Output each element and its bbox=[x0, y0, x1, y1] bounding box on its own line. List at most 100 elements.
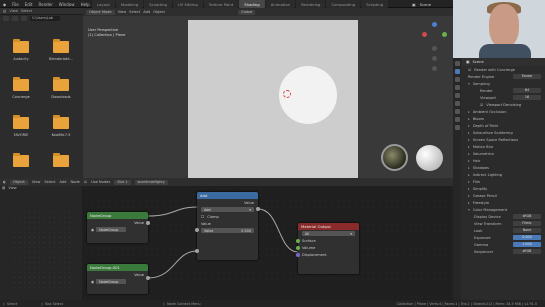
vp-view-menu[interactable]: View bbox=[118, 10, 127, 14]
panel-shadows[interactable]: ▸ Shadows bbox=[462, 164, 545, 171]
blender-logo-icon[interactable]: ◆ bbox=[3, 2, 6, 7]
panel-sampling[interactable]: ▾ Sampling bbox=[462, 80, 545, 87]
tab-uv-editing[interactable]: UV Editing bbox=[172, 0, 203, 8]
path-field[interactable]: C:\Users\Lab bbox=[30, 16, 60, 21]
output-tab-icon[interactable] bbox=[454, 77, 460, 82]
mode-dropdown[interactable]: Object Mode bbox=[86, 9, 115, 15]
view-transform-dropdown[interactable]: Filmic bbox=[513, 221, 541, 226]
view-layer-tab-icon[interactable] bbox=[454, 85, 460, 90]
tab-scripting[interactable]: Scripting bbox=[361, 0, 389, 8]
input-socket[interactable] bbox=[195, 228, 199, 232]
node-math-add[interactable]: Add Value Add ▾ ☐ Clamp Value Value 0.500 bbox=[195, 192, 260, 260]
folder-item[interactable]: FAVORIE bbox=[3, 114, 39, 142]
output-socket[interactable] bbox=[256, 207, 260, 211]
panel-motion-blur[interactable]: ▸ Motion Blur bbox=[462, 143, 545, 150]
input-socket[interactable] bbox=[296, 239, 300, 243]
x-axis-icon[interactable] bbox=[422, 32, 427, 37]
world-tab-icon[interactable] bbox=[454, 101, 460, 106]
target-dropdown[interactable]: All ▾ bbox=[302, 231, 355, 236]
gamma-field[interactable]: 1.000 bbox=[513, 242, 541, 247]
y-axis-icon[interactable] bbox=[442, 32, 447, 37]
checkbox-icon[interactable]: ☑ bbox=[468, 68, 471, 72]
panel-indirect-lighting[interactable]: ▸ Indirect Lighting bbox=[462, 171, 545, 178]
menu-file[interactable]: File bbox=[12, 2, 19, 7]
folder-item[interactable]: KoalMic7.5 bbox=[43, 114, 79, 142]
viewport-samples-field[interactable]: 16 bbox=[513, 95, 541, 100]
sequencer-dropdown[interactable]: sRGB bbox=[513, 249, 541, 254]
panel-film[interactable]: ▸ Film bbox=[462, 178, 545, 185]
panel-screen-space-reflections[interactable]: ▸ Screen Space Reflections bbox=[462, 136, 545, 143]
group-name-field[interactable]: NodeGroup bbox=[96, 279, 127, 284]
scene-selector[interactable]: ▣ Scene bbox=[412, 1, 431, 7]
checkbox-icon[interactable]: ☑ bbox=[480, 103, 483, 107]
viewport-denoise-row[interactable]: ☑ Viewport Denoising bbox=[462, 101, 545, 108]
panel-simplify[interactable]: ▸ Simplify bbox=[462, 185, 545, 192]
tab-rendering[interactable]: Rendering bbox=[296, 0, 326, 8]
panel-grease-pencil[interactable]: ▸ Grease Pencil bbox=[462, 192, 545, 199]
node-group-2[interactable]: NodeGroup.001 Value ◉ NodeGroup bbox=[87, 264, 150, 294]
panel-color-management[interactable]: ▾ Color Management bbox=[462, 206, 545, 213]
render-with-checkbox[interactable]: ☑ Render with Concierge bbox=[462, 66, 545, 73]
render-samples-field[interactable]: 64 bbox=[513, 88, 541, 93]
node-group-1[interactable]: NodeGroup Value ◉ NodeGroup bbox=[87, 212, 150, 243]
tab-texture-paint[interactable]: Texture Paint bbox=[203, 0, 239, 8]
fb-select-menu[interactable]: Select bbox=[21, 9, 32, 13]
menu-render[interactable]: Render bbox=[39, 2, 53, 7]
node-material-output[interactable]: Material Output All ▾ Surface Volume Disp… bbox=[296, 223, 359, 274]
menu-help[interactable]: Help bbox=[81, 2, 90, 7]
tab-compositing[interactable]: Compositing bbox=[326, 0, 361, 8]
tab-shading[interactable]: Shading bbox=[239, 0, 265, 8]
tab-modeling[interactable]: Modeling bbox=[115, 0, 144, 8]
fb-view-menu[interactable]: View bbox=[9, 9, 18, 13]
folder-item[interactable] bbox=[3, 152, 39, 180]
node-group-selector[interactable]: ◉ NodeGroup bbox=[87, 278, 148, 285]
panel-freestyle[interactable]: ▸ Freestyle bbox=[462, 199, 545, 206]
navigation-gizmo[interactable] bbox=[420, 20, 450, 90]
scene-tab-icon[interactable] bbox=[454, 93, 460, 98]
back-button[interactable] bbox=[3, 16, 9, 21]
look-dropdown[interactable]: None bbox=[513, 228, 541, 233]
camera-view-icon[interactable] bbox=[432, 66, 437, 71]
folder-item[interactable]: Downloads bbox=[43, 76, 79, 104]
transform-orientation-dropdown[interactable]: Global bbox=[237, 9, 256, 15]
render-engine-dropdown[interactable]: Eevee bbox=[513, 74, 541, 79]
panel-subsurface-scattering[interactable]: ▸ Subsurface Scattering bbox=[462, 129, 545, 136]
parent-dir-button[interactable] bbox=[21, 16, 27, 21]
panel-bloom[interactable]: ▸ Bloom bbox=[462, 115, 545, 122]
panel-hair[interactable]: ▸ Hair bbox=[462, 157, 545, 164]
menu-edit[interactable]: Edit bbox=[25, 2, 33, 7]
pan-icon[interactable] bbox=[432, 56, 437, 61]
3d-viewport[interactable]: Object Mode View Select Add Object Globa… bbox=[83, 8, 453, 178]
clamp-row[interactable]: ☐ Clamp bbox=[197, 213, 258, 220]
tab-animation[interactable]: Animation bbox=[265, 0, 296, 8]
input-socket[interactable] bbox=[195, 249, 199, 253]
value-field[interactable]: Value 0.500 bbox=[201, 228, 254, 233]
tab-layout[interactable]: Layout bbox=[92, 0, 115, 8]
checkbox-icon[interactable]: ☐ bbox=[201, 215, 204, 219]
panel-ambient-occlusion[interactable]: ▸ Ambient Occlusion bbox=[462, 108, 545, 115]
vp-select-menu[interactable]: Select bbox=[129, 10, 140, 14]
operation-dropdown[interactable]: Add ▾ bbox=[201, 207, 254, 212]
folder-item[interactable] bbox=[43, 152, 79, 180]
modifier-tab-icon[interactable] bbox=[454, 117, 460, 122]
display-device-dropdown[interactable]: sRGB bbox=[513, 214, 541, 219]
menu-window[interactable]: Window bbox=[59, 2, 75, 7]
panel-depth-of-field[interactable]: ▸ Depth of Field bbox=[462, 122, 545, 129]
object-tab-icon[interactable] bbox=[454, 109, 460, 114]
tool-tab-icon[interactable] bbox=[454, 61, 460, 66]
zoom-icon[interactable] bbox=[432, 46, 437, 51]
folder-item[interactable]: BlenderAdd... bbox=[43, 38, 79, 66]
tab-sculpting[interactable]: Sculpting bbox=[144, 0, 172, 8]
render-tab-icon[interactable] bbox=[454, 69, 460, 74]
panel-volumetrics[interactable]: ▸ Volumetrics bbox=[462, 150, 545, 157]
folder-item[interactable]: Audacity bbox=[3, 38, 39, 66]
vp-object-menu[interactable]: Object bbox=[153, 10, 165, 14]
output-socket[interactable] bbox=[146, 276, 150, 280]
folder-item[interactable]: Concierge bbox=[3, 76, 39, 104]
input-socket[interactable] bbox=[296, 253, 300, 257]
editor-type-icon[interactable]: ▤ bbox=[3, 9, 6, 13]
material-tab-icon[interactable] bbox=[454, 125, 460, 130]
shader-editor[interactable]: ◐ Object View Select Add Node ☑ Use Node… bbox=[0, 178, 453, 300]
input-socket[interactable] bbox=[296, 246, 300, 250]
node-group-selector[interactable]: ◉ NodeGroup bbox=[87, 226, 148, 233]
